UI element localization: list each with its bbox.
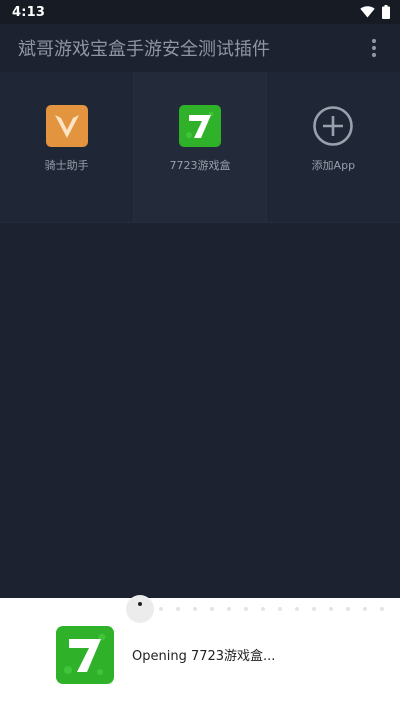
app-tile-label: 骑士助手 xyxy=(44,159,89,172)
loading-dot xyxy=(176,607,180,611)
loading-dot xyxy=(329,607,333,611)
status-bar: 4:13 xyxy=(0,0,400,24)
app-grid: 骑士助手 7723游戏盒 添加App xyxy=(0,72,400,223)
loading-dot xyxy=(261,607,265,611)
loading-text: Opening 7723游戏盒... xyxy=(132,649,276,664)
loading-dot xyxy=(210,607,214,611)
battery-icon xyxy=(382,5,390,19)
app-7723-icon xyxy=(178,105,221,147)
app-tile-knight-assistant[interactable]: 骑士助手 xyxy=(0,72,133,222)
loading-dot xyxy=(278,607,282,611)
add-circle-icon xyxy=(313,106,354,146)
loading-sheet: Opening 7723游戏盒... xyxy=(0,595,400,712)
app-bar: 斌哥游戏宝盒手游安全测试插件 xyxy=(0,24,400,72)
loading-dot xyxy=(295,607,299,611)
knight-assistant-icon xyxy=(45,105,88,147)
loading-dot xyxy=(312,607,316,611)
app-7723-icon xyxy=(56,626,114,684)
app-title: 斌哥游戏宝盒手游安全测试插件 xyxy=(18,39,270,60)
loading-dot xyxy=(363,607,367,611)
loading-dot xyxy=(244,607,248,611)
add-app-tile[interactable]: 添加App xyxy=(267,72,400,222)
loading-dot xyxy=(380,607,384,611)
loading-dot xyxy=(227,607,231,611)
app-tile-7723[interactable]: 7723游戏盒 xyxy=(133,72,267,222)
overflow-menu-button[interactable] xyxy=(362,28,386,68)
status-icons xyxy=(360,5,390,19)
loading-dot xyxy=(159,607,163,611)
loading-dot xyxy=(346,607,350,611)
loading-dot xyxy=(193,607,197,611)
app-tile-label: 添加App xyxy=(311,159,356,172)
loading-dots xyxy=(0,595,400,623)
status-time: 4:13 xyxy=(12,4,46,20)
loading-dot-halo xyxy=(126,595,154,623)
loading-dot-active xyxy=(138,602,142,606)
wifi-icon xyxy=(360,6,375,18)
more-vert-icon xyxy=(371,38,377,58)
app-tile-label: 7723游戏盒 xyxy=(169,159,231,172)
